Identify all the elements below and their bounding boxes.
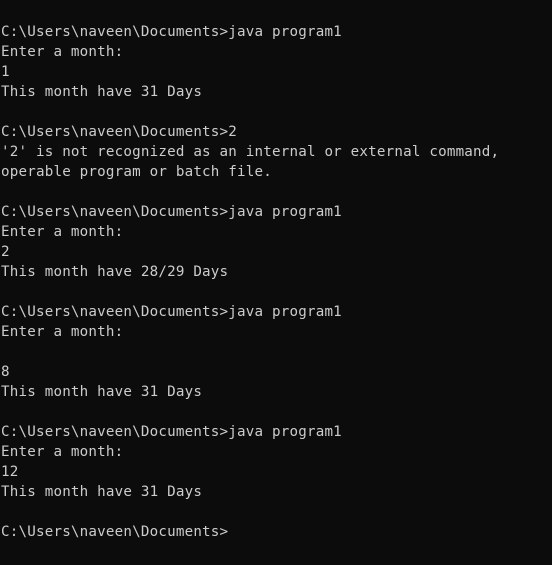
console-window[interactable]: C:\Users\naveen\Documents>java program1 … <box>0 0 552 565</box>
console-line-command: C:\Users\naveen\Documents>java program1 <box>1 424 342 440</box>
console-line-command: C:\Users\naveen\Documents>java program1 <box>1 204 342 220</box>
console-line-input: 12 <box>1 464 19 480</box>
console-line-error: operable program or batch file. <box>1 164 272 180</box>
console-line-input: 1 <box>1 64 10 80</box>
console-line-input: 2 <box>1 244 10 260</box>
console-line-prompt: Enter a month: <box>1 44 124 60</box>
console-line-command: C:\Users\naveen\Documents>2 <box>1 124 238 140</box>
console-line-output: This month have 28/29 Days <box>1 264 229 280</box>
console-line-command: C:\Users\naveen\Documents>java program1 <box>1 304 342 320</box>
console-line-output: This month have 31 Days <box>1 484 203 500</box>
console-line-error: '2' is not recognized as an internal or … <box>1 144 500 160</box>
console-line-input: 8 <box>1 364 10 380</box>
console-line-output: This month have 31 Days <box>1 384 203 400</box>
console-line-command: C:\Users\naveen\Documents>java program1 <box>1 24 342 40</box>
console-line-current-prompt[interactable]: C:\Users\naveen\Documents> <box>1 522 552 542</box>
console-line-prompt: Enter a month: <box>1 324 124 340</box>
console-line-output: This month have 31 Days <box>1 84 203 100</box>
console-line-prompt: Enter a month: <box>1 444 124 460</box>
console-line-prompt: Enter a month: <box>1 224 124 240</box>
